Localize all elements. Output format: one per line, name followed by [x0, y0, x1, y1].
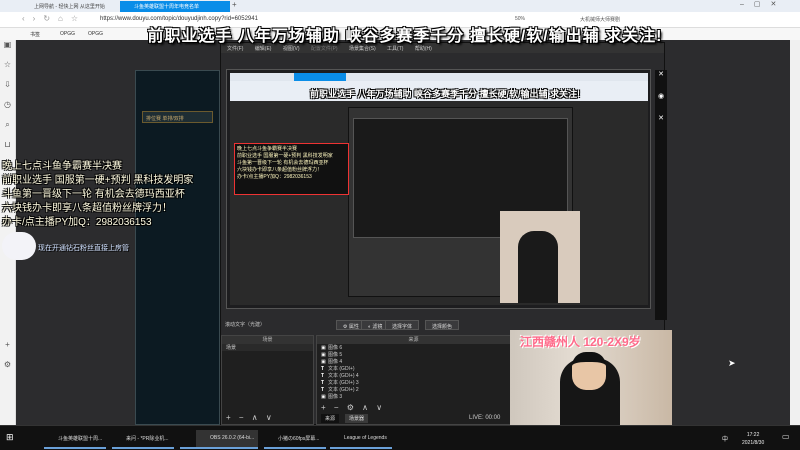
taskbar-item-recorder[interactable]: 小猪の60fps屏幕...	[264, 430, 326, 449]
source-item[interactable]: T 文本 (GDI+) 2	[317, 386, 510, 393]
lol-client-window: 排位赛 单排/双排	[135, 70, 220, 425]
image-icon: ▣	[321, 394, 326, 400]
overlay-line: 办卡/点主播PY加Q：2982036153	[2, 217, 152, 228]
mascot-sticker	[2, 232, 36, 260]
clock-date: 2021/8/30	[742, 440, 765, 446]
windows-start-icon[interactable]: ⊞	[6, 432, 14, 443]
plus-icon[interactable]: +	[0, 340, 15, 360]
source-item[interactable]: T 文本 (GDI+) 3	[317, 379, 510, 386]
right-dock: ✕ ◉ ✕	[655, 70, 667, 320]
live-status: LIVE: 00:00	[467, 415, 503, 421]
taskbar-item-chat[interactable]: 来问 - *PR除业机...	[112, 430, 174, 449]
mouse-cursor-icon: ➤	[728, 358, 736, 368]
source-item[interactable]: ▣ 图像 4	[317, 358, 510, 365]
source-item[interactable]: ▣ 图像 6	[317, 344, 510, 351]
nested-line: 前职业选手 国服第一硬+预判 黑科技发明家	[237, 153, 333, 159]
stream-overlay-text: 晚上七点斗鱼争霸赛半决赛 前职业选手 国服第一硬+预判 黑科技发明家 斗鱼第一晋…	[2, 160, 193, 230]
nested-webcam	[500, 211, 580, 303]
nested-line: 晚上七点斗鱼争霸赛半决赛	[237, 146, 298, 152]
search-icon[interactable]: ⌕	[0, 120, 15, 140]
diamond-fan-notice: 现在开通钻石粉丝直接上房管	[38, 245, 129, 252]
nested-tab-bar	[230, 73, 648, 81]
browser-icon[interactable]: ▣	[0, 40, 15, 60]
tab-home[interactable]: 上网导航 - 轻快上网 从这里开始	[20, 1, 109, 12]
bookmark[interactable]: 书签	[30, 31, 40, 38]
nested-line: 六块钱办卡即享八条超值粉丝牌浮力！	[237, 167, 323, 173]
nested-capture: 晚上七点斗鱼争霸赛半决赛 前职业选手 国服第一硬+预判 黑科技发明家 斗鱼第一晋…	[230, 73, 648, 305]
tab-sources[interactable]: 来源	[321, 414, 340, 423]
source-item[interactable]: T 文本 (GDI+)	[317, 365, 510, 372]
nested-person	[518, 231, 558, 303]
source-label: 图像 3	[328, 394, 343, 400]
ime-indicator[interactable]: 中	[722, 434, 728, 443]
nested-overlay-text: 晚上七点斗鱼争霸赛半决赛 前职业选手 国服第一硬+预判 黑科技发明家 斗鱼第一晋…	[234, 143, 349, 195]
streamer-head	[572, 352, 606, 390]
browser-tab-bar: 上网导航 - 轻快上网 从这里开始 斗鱼英雄联盟十周年电竞名单 + –▢✕	[0, 0, 800, 12]
nested-title-banner: 前职业选手 八年万场辅助 峡谷多赛季千分 擅长硬/软/输出辅 求关注!	[309, 89, 580, 99]
taskbar-item-obs[interactable]: OBS 26.0.2 (64-bi...	[196, 430, 258, 449]
menu-file[interactable]: 文件(F)	[227, 46, 243, 52]
close-icon[interactable]: ✕	[655, 114, 667, 136]
new-tab-icon[interactable]: +	[232, 0, 237, 9]
bookmark[interactable]: OPGG	[60, 31, 75, 37]
taskbar-item-browser[interactable]: 斗鱼英雄联盟十周...	[44, 430, 106, 449]
scene-controls[interactable]: + − ∧ ∨	[226, 413, 275, 422]
source-item[interactable]: T 文本 (GDI+) 4	[317, 372, 510, 379]
close-icon[interactable]: ✕	[655, 70, 667, 92]
history-icon[interactable]: ◷	[0, 100, 15, 120]
taskbar-item-lol[interactable]: League of Legends	[330, 430, 392, 449]
source-controls[interactable]: + − ⚙ ∧ ∨	[321, 403, 385, 412]
menu-edit[interactable]: 编辑(E)	[255, 46, 272, 52]
overlay-line: 前职业选手 国服第一硬+预判 黑科技发明家	[2, 175, 194, 186]
pin-icon[interactable]: ◉	[655, 92, 667, 114]
overlay-line: 六块钱办卡即享八条超值粉丝牌浮力！	[2, 203, 172, 214]
menu-tools[interactable]: 工具(T)	[387, 46, 403, 52]
scenes-header: 场景	[222, 336, 313, 344]
clock-time: 17:22	[746, 432, 760, 438]
window-controls[interactable]: –▢✕	[740, 0, 786, 8]
select-color-button[interactable]: 选择颜色	[425, 320, 460, 330]
menu-profile[interactable]: 配置文件(P)	[311, 46, 338, 52]
download-icon[interactable]: ⇩	[0, 80, 15, 100]
source-item[interactable]: ▣ 图像 5	[317, 351, 510, 358]
filters-label: 滤镜	[372, 324, 383, 330]
overlay-line: 斗鱼第一晋级下一轮 有机会去德玛西亚杯	[2, 189, 185, 200]
properties-label: 属性	[348, 324, 359, 330]
nested-page: 晚上七点斗鱼争霸赛半决赛 前职业选手 国服第一硬+预判 黑科技发明家 斗鱼第一晋…	[230, 101, 648, 305]
scene-item[interactable]: 场景	[222, 344, 313, 351]
page-scrollbar[interactable]	[790, 40, 800, 425]
menu-scene-collection[interactable]: 场景集合(S)	[349, 46, 376, 52]
system-clock[interactable]: 17:22 2021/8/30	[742, 431, 764, 447]
settings-icon[interactable]: ⚙	[0, 360, 15, 380]
notification-icon[interactable]: ▭	[782, 432, 790, 441]
nav-buttons[interactable]: ‹›↻⌂☆	[22, 14, 86, 23]
webcam-feed: 江西赣州人 120-2X9岁	[510, 330, 672, 425]
menu-view[interactable]: 视图(V)	[283, 46, 300, 52]
taskbar: ⊞ 斗鱼英雄联盟十周... 来问 - *PR除业机... OBS 26.0.2 …	[0, 425, 800, 450]
source-item[interactable]: ▣ 图像 3	[317, 393, 510, 400]
select-font-button[interactable]: 选择字体	[385, 320, 420, 330]
star-icon[interactable]: ☆	[0, 60, 15, 80]
sources-header: 来源	[317, 336, 510, 344]
overlay-line: 晚上七点斗鱼争霸赛半决赛	[2, 161, 122, 172]
nested-line: 斗鱼第一晋级下一轮 有机会去德玛西亚杯	[237, 160, 329, 166]
sources-panel: 来源 ▣ 图像 6 ▣ 图像 5 ▣ 图像 4 T 文本 (GDI+) T 文本 (GDI…	[316, 335, 511, 425]
scenes-panel: 场景 场景 + − ∧ ∨	[221, 335, 314, 425]
queue-label[interactable]: 排位赛 单排/双排	[142, 111, 213, 123]
obs-preview[interactable]: 晚上七点斗鱼争霸赛半决赛 前职业选手 国服第一硬+预判 黑科技发明家 斗鱼第一晋…	[226, 69, 651, 309]
cart-icon[interactable]: ⊔	[0, 140, 15, 160]
tab-douyu[interactable]: 斗鱼英雄联盟十周年电竞名单	[120, 1, 230, 12]
tab-scene-transitions[interactable]: 场景器	[345, 414, 369, 423]
nested-line: 办卡/点主播PY加Q：2982036153	[237, 174, 312, 180]
nested-active-tab	[294, 73, 346, 81]
webcam-caption: 江西赣州人 120-2X9岁	[520, 335, 641, 349]
menu-help[interactable]: 帮助(H)	[415, 46, 432, 52]
stream-title-banner: 前职业选手 八年万场辅助 峡谷多赛季千分 擅长硬/软/输出辅 求关注!	[147, 28, 663, 45]
